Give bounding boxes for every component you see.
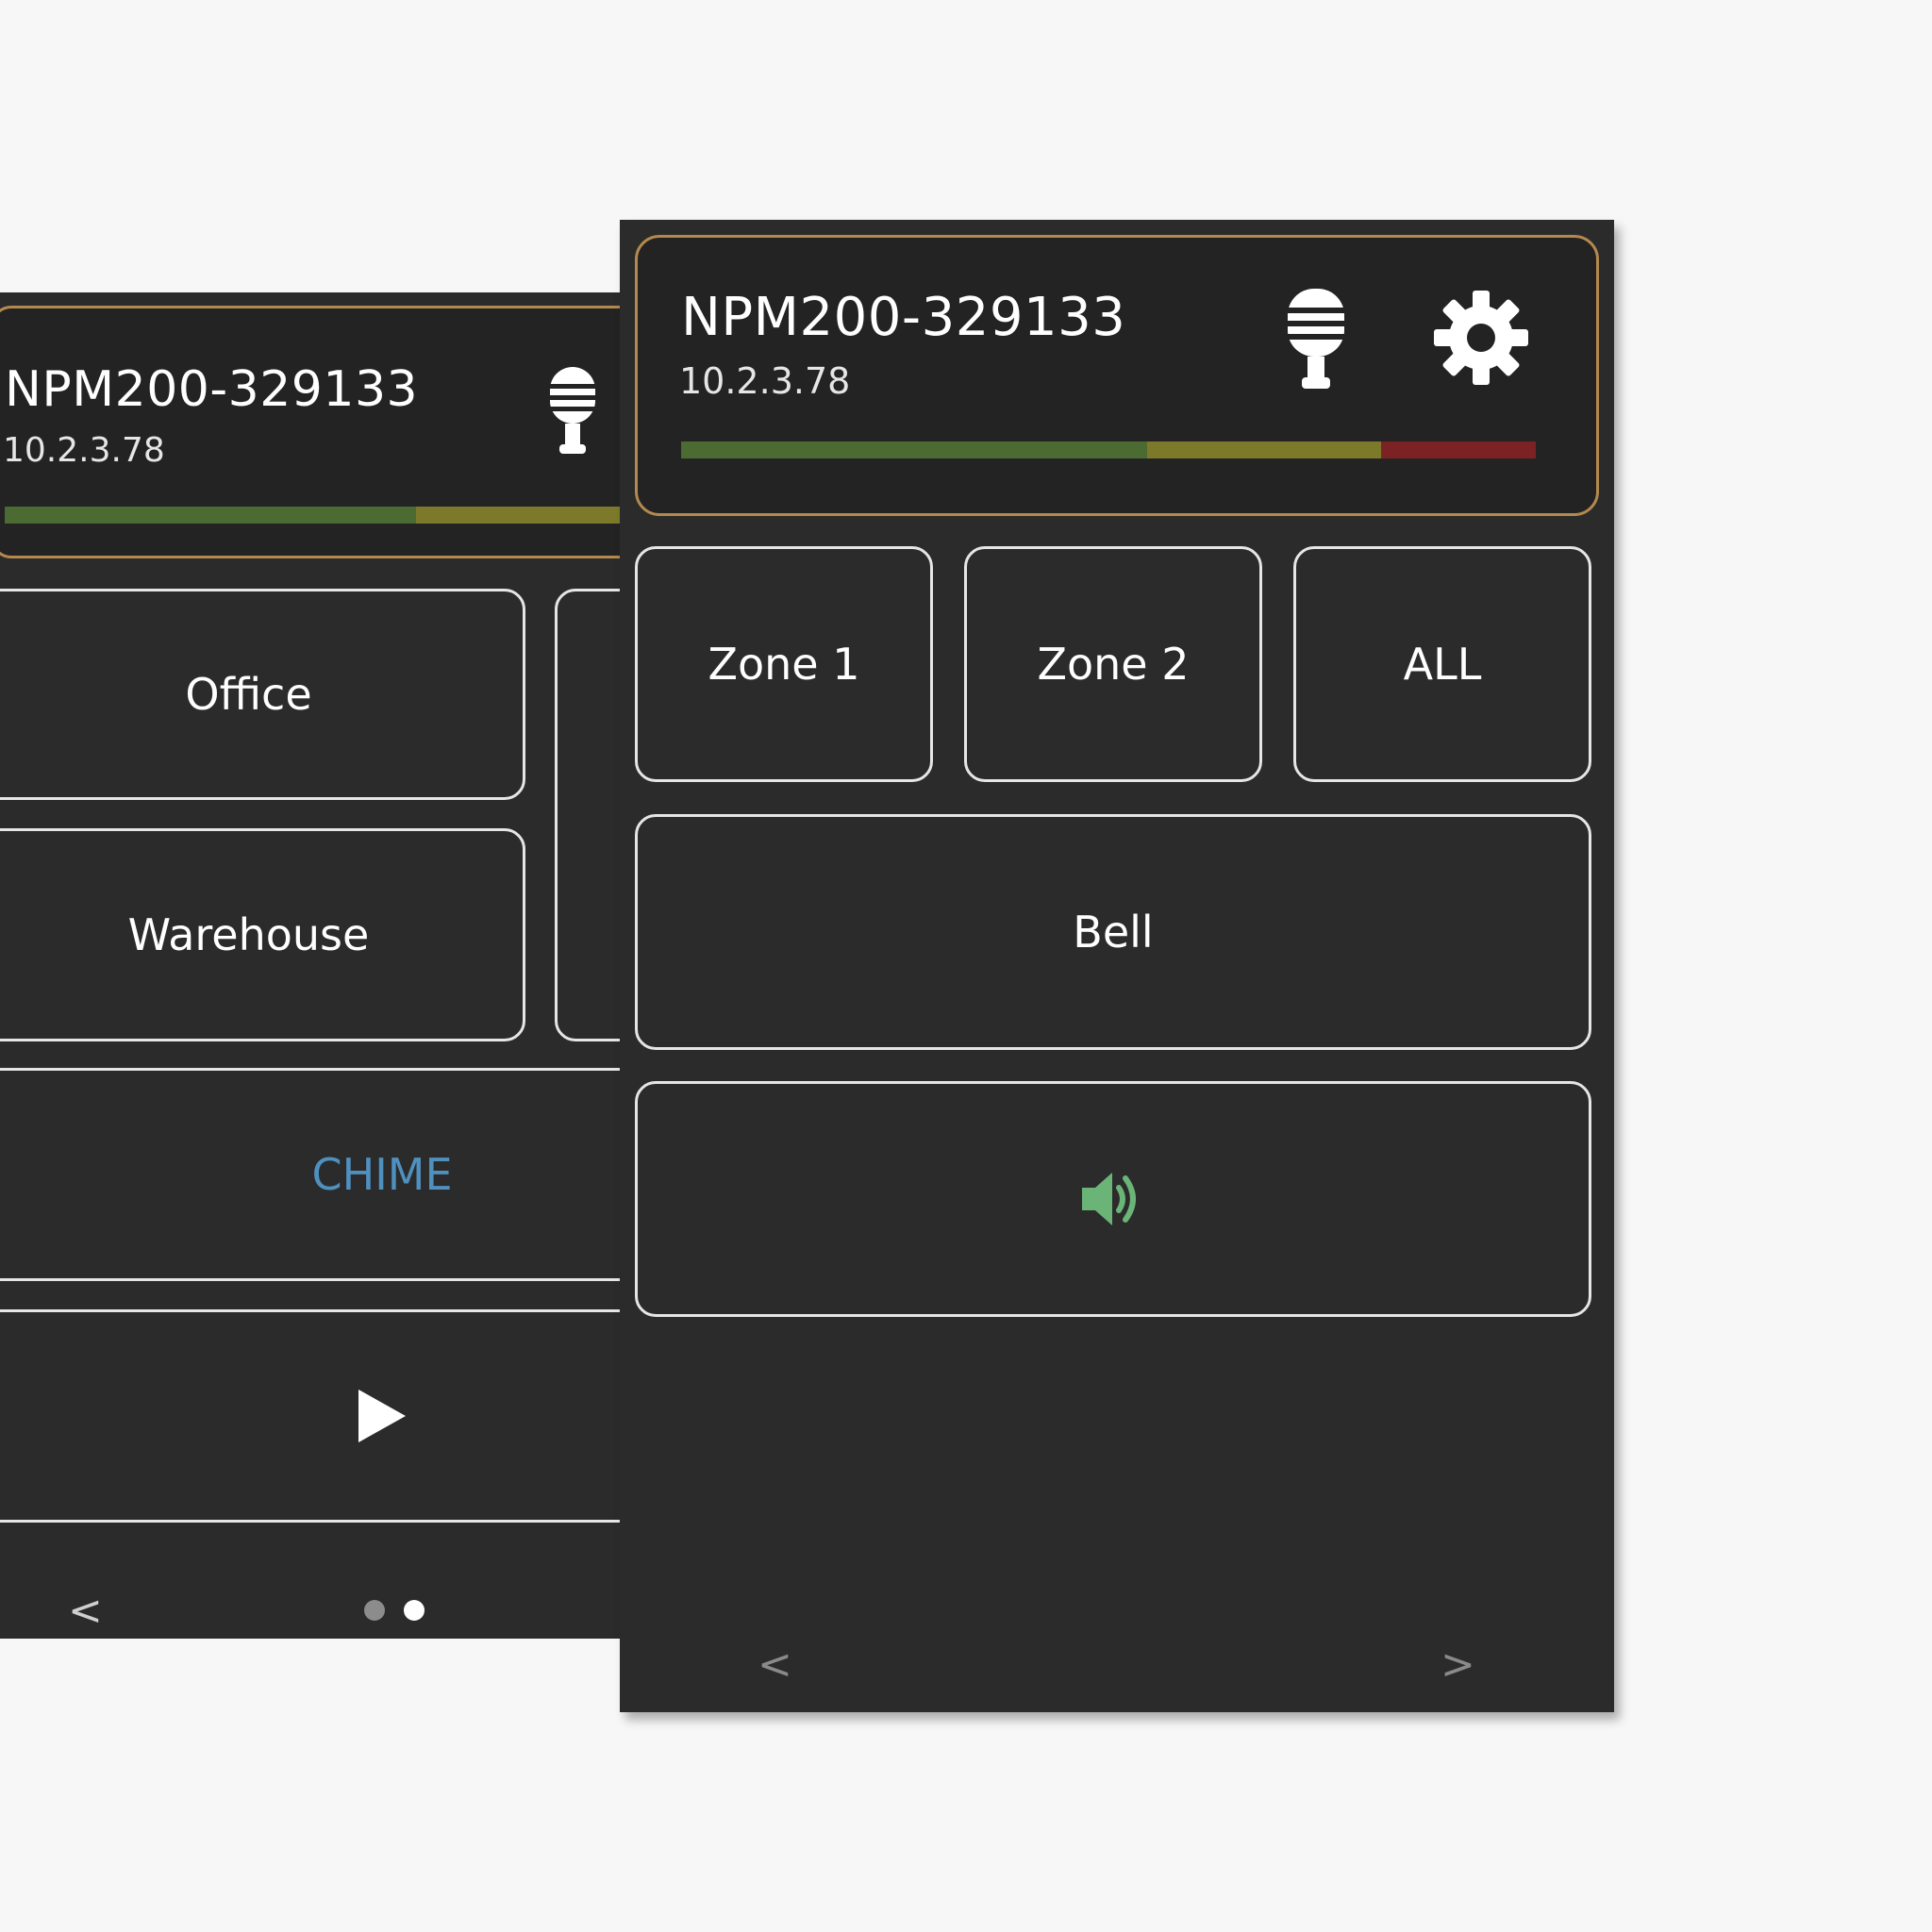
bell-button[interactable]: Bell (635, 814, 1591, 1050)
zone-1-button[interactable]: Zone 1 (635, 546, 933, 782)
device-name: NPM200-329133 (681, 287, 1126, 348)
side-button-partial[interactable] (555, 589, 620, 1041)
next-page-button[interactable]: > (1441, 1641, 1475, 1689)
meter-red-segment (1381, 441, 1536, 458)
microphone-icon[interactable] (1285, 287, 1347, 391)
front-screen: NPM200-329133 10.2.3.78 Zone 1 Zone 2 AL… (620, 220, 1614, 1712)
audio-level-meter (681, 441, 1536, 458)
meter-green-segment (5, 507, 416, 524)
back-prev-button[interactable]: < (68, 1587, 103, 1635)
meter-yellow-segment (416, 507, 620, 524)
all-zones-button[interactable]: ALL (1293, 546, 1591, 782)
page-dot-2-active (404, 1600, 425, 1621)
speaker-button[interactable] (635, 1081, 1591, 1317)
device-ip: 10.2.3.78 (3, 431, 165, 470)
device-header-card: NPM200-329133 10.2.3.78 (0, 306, 620, 558)
office-button[interactable]: Office (0, 589, 525, 800)
play-button[interactable] (0, 1309, 620, 1523)
warehouse-button[interactable]: Warehouse (0, 828, 525, 1041)
chime-button[interactable]: CHIME (0, 1068, 620, 1281)
page-dot-1 (364, 1600, 385, 1621)
speaker-icon (1082, 1173, 1136, 1225)
gear-icon[interactable] (1432, 289, 1530, 387)
microphone-icon[interactable] (544, 365, 601, 456)
device-name: NPM200-329133 (5, 361, 419, 418)
meter-green-segment (681, 441, 1147, 458)
prev-page-button[interactable]: < (758, 1641, 792, 1689)
back-screen: NPM200-329133 10.2.3.78 Office Warehouse… (0, 292, 620, 1639)
audio-level-meter (5, 507, 620, 524)
zone-2-button[interactable]: Zone 2 (964, 546, 1262, 782)
device-header-card: NPM200-329133 10.2.3.78 (635, 235, 1599, 516)
play-icon (358, 1390, 406, 1442)
meter-yellow-segment (1147, 441, 1381, 458)
device-ip: 10.2.3.78 (679, 360, 851, 402)
